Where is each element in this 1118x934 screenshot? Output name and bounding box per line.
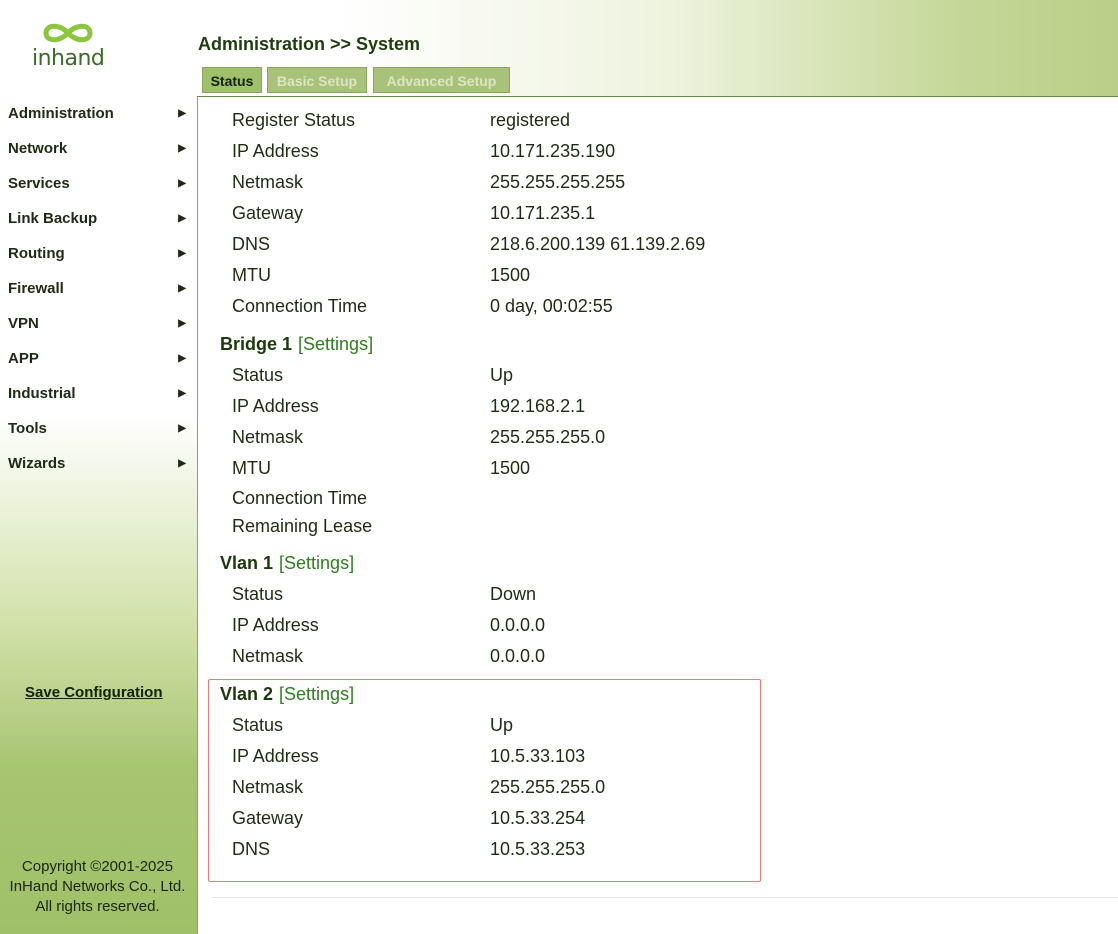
sidebar-item-label: Wizards xyxy=(8,455,66,472)
row-value: 1500 xyxy=(490,265,531,285)
copyright-line: Copyright ©2001-2025 xyxy=(21,858,174,875)
row-label: MTU xyxy=(232,265,271,285)
row-value: 1500 xyxy=(490,458,531,478)
section-vlan-2: Vlan 2 [Settings] xyxy=(220,679,354,710)
row-label: IP Address xyxy=(232,141,319,161)
row-label: Netmask xyxy=(232,646,304,666)
tab-basic-setup[interactable]: Basic Setup xyxy=(267,67,367,93)
sidebar-item-label: Network xyxy=(8,140,68,157)
copyright: Copyright ©2001-2025 InHand Networks Co.… xyxy=(0,857,195,917)
settings-link[interactable]: [Settings] xyxy=(279,553,354,573)
sidebar-item-label: VPN xyxy=(8,315,39,332)
row-value: 255.255.255.0 xyxy=(490,777,606,797)
sidebar-item-administration[interactable]: Administration ▶ xyxy=(8,99,188,129)
copyright-line: InHand Networks Co., Ltd. xyxy=(9,878,186,895)
chevron-right-icon: ▶ xyxy=(178,213,186,224)
page-title: Administration >> System xyxy=(198,34,421,54)
row-label: Gateway xyxy=(232,203,304,223)
chevron-right-icon: ▶ xyxy=(178,178,186,189)
row-value: 0.0.0.0 xyxy=(490,646,546,666)
row-label: DNS xyxy=(232,234,271,254)
row-label: Netmask xyxy=(232,777,304,797)
sidebar-item-vpn[interactable]: VPN ▶ xyxy=(8,309,188,339)
sidebar-item-network[interactable]: Network ▶ xyxy=(8,134,188,164)
chevron-right-icon: ▶ xyxy=(178,248,186,259)
status-content[interactable]: Register Status registered IP Address 10.1… xyxy=(198,97,1118,934)
sidebar-item-app[interactable]: APP ▶ xyxy=(8,344,188,374)
chevron-right-icon: ▶ xyxy=(178,458,186,469)
sidebar-item-label: APP xyxy=(8,350,39,367)
chevron-right-icon: ▶ xyxy=(178,423,186,434)
sidebar-item-label: Administration xyxy=(8,105,114,122)
row-value: 255.255.255.255 xyxy=(490,172,626,192)
row-value: 255.255.255.0 xyxy=(490,427,606,447)
row-value: 10.5.33.253 xyxy=(490,839,586,859)
sidebar: Administration ▶ Network ▶ Services ▶ Li… xyxy=(0,97,198,934)
row-label: Register Status xyxy=(232,110,356,130)
sidebar-item-wizards[interactable]: Wizards ▶ xyxy=(8,449,188,479)
sidebar-item-label: Routing xyxy=(8,245,65,262)
tab-advanced-setup[interactable]: Advanced Setup xyxy=(373,67,510,93)
save-configuration-link[interactable]: Save Configuration xyxy=(25,684,163,701)
chevron-right-icon: ▶ xyxy=(178,108,186,119)
chevron-right-icon: ▶ xyxy=(178,388,186,399)
row-value: 10.5.33.254 xyxy=(490,808,586,828)
row-label: Connection Time xyxy=(232,296,368,316)
row-value: 0 day, 00:02:55 xyxy=(490,296,613,316)
row-label: Connection Time xyxy=(232,488,368,508)
content-divider xyxy=(212,897,1118,898)
row-value: registered xyxy=(490,110,571,130)
row-value: 10.171.235.190 xyxy=(490,141,616,161)
sidebar-item-label: Tools xyxy=(8,420,47,437)
row-value: Up xyxy=(490,365,514,385)
row-label: Remaining Lease xyxy=(232,516,373,536)
row-label: DNS xyxy=(232,839,271,859)
section-title: Vlan 2 xyxy=(220,684,274,704)
row-value: 0.0.0.0 xyxy=(490,615,546,635)
row-value: 218.6.200.139 61.139.2.69 xyxy=(490,234,706,254)
section-title: Vlan 1 xyxy=(220,553,274,573)
section-title: Bridge 1 xyxy=(220,334,293,354)
sidebar-item-tools[interactable]: Tools ▶ xyxy=(8,414,188,444)
row-label: IP Address xyxy=(232,746,319,766)
top-banner xyxy=(0,0,1118,97)
sidebar-item-services[interactable]: Services ▶ xyxy=(8,169,188,199)
chevron-right-icon: ▶ xyxy=(178,283,186,294)
sidebar-item-routing[interactable]: Routing ▶ xyxy=(8,239,188,269)
settings-link[interactable]: [Settings] xyxy=(298,334,373,354)
row-label: IP Address xyxy=(232,396,319,416)
copyright-line: All rights reserved. xyxy=(35,898,160,915)
section-bridge-1: Bridge 1 [Settings] xyxy=(220,329,373,360)
inhand-logo: inhand xyxy=(28,20,108,82)
sidebar-item-label: Link Backup xyxy=(8,210,98,227)
row-label: Status xyxy=(232,715,284,735)
tab-status[interactable]: Status xyxy=(202,67,262,93)
row-value: 10.5.33.103 xyxy=(490,746,586,766)
section-vlan-1: Vlan 1 [Settings] xyxy=(220,548,354,579)
row-label: Gateway xyxy=(232,808,304,828)
row-label: MTU xyxy=(232,458,271,478)
logo-text: inhand xyxy=(32,46,105,71)
row-value: Up xyxy=(490,715,514,735)
row-label: Netmask xyxy=(232,172,304,192)
row-label: IP Address xyxy=(232,615,319,635)
row-label: Netmask xyxy=(232,427,304,447)
sidebar-item-link-backup[interactable]: Link Backup ▶ xyxy=(8,204,188,234)
row-label: Status xyxy=(232,584,284,604)
sidebar-item-firewall[interactable]: Firewall ▶ xyxy=(8,274,188,304)
sidebar-item-industrial[interactable]: Industrial ▶ xyxy=(8,379,188,409)
settings-link[interactable]: [Settings] xyxy=(279,684,354,704)
chevron-right-icon: ▶ xyxy=(178,353,186,364)
chevron-right-icon: ▶ xyxy=(178,143,186,154)
row-value: 192.168.2.1 xyxy=(490,396,586,416)
row-value: Down xyxy=(490,584,537,604)
row-label: Status xyxy=(232,365,284,385)
row-value: 10.171.235.1 xyxy=(490,203,596,223)
sidebar-item-label: Services xyxy=(8,175,70,192)
sidebar-item-label: Industrial xyxy=(8,385,76,402)
sidebar-item-label: Firewall xyxy=(8,280,64,297)
chevron-right-icon: ▶ xyxy=(178,318,186,329)
logo-infinity-icon xyxy=(43,23,93,43)
